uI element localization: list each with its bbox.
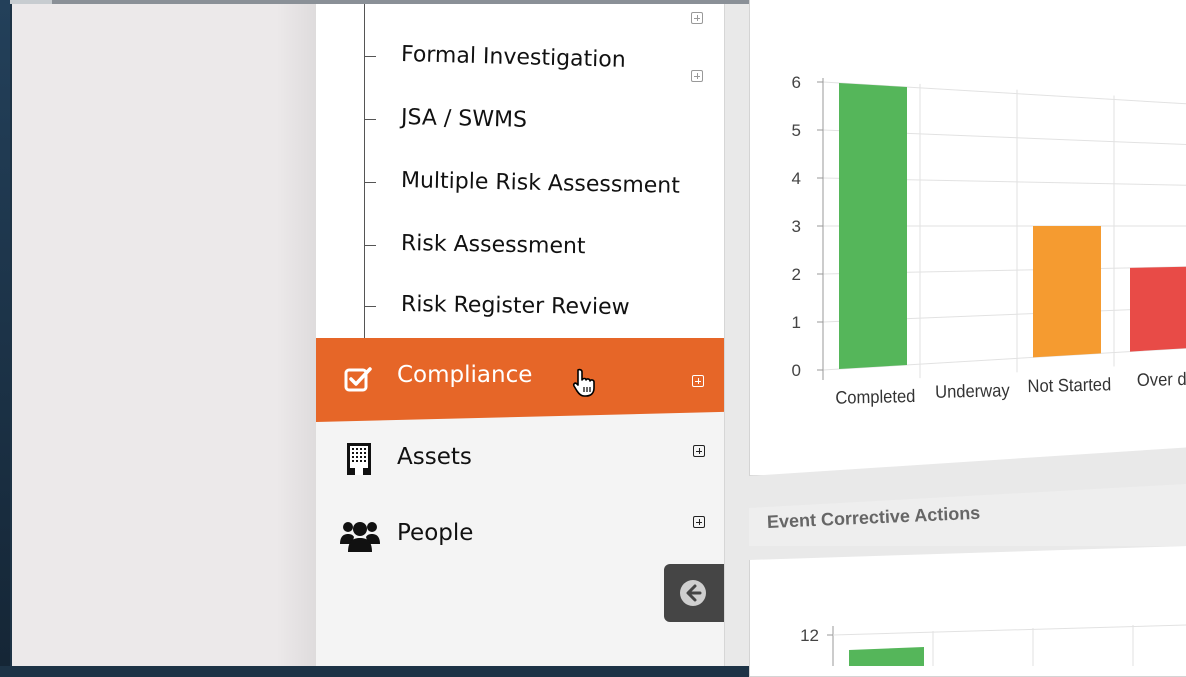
actions-status-chart: 0 1 2 3 4 5 6 Completed Underway Not Started Over …: [792, 73, 1186, 408]
sidebar-subitem-label: Risk Assessment: [400, 231, 586, 260]
building-icon: [347, 443, 371, 475]
y-tick-label: 4: [792, 169, 801, 188]
tree-connector-dash: [364, 56, 376, 57]
bar-completed: [849, 647, 924, 666]
hand-pointer-icon: [572, 368, 595, 397]
tree-connector-dash: [364, 306, 376, 307]
event-corrective-actions-chart: 12: [800, 624, 1186, 666]
checkbox-icon: [344, 367, 372, 392]
bar-completed: [839, 82, 907, 370]
desktop-background: [0, 0, 10, 666]
tree-connector-dash: [364, 182, 376, 183]
expand-icon[interactable]: [693, 516, 705, 528]
y-tick-label: 2: [792, 265, 801, 284]
sidebar-subitem-label: Risk Register Review: [400, 292, 630, 321]
x-tick-label: Underway: [935, 380, 1010, 403]
sidebar-item-compliance[interactable]: Compliance: [316, 338, 724, 422]
sidebar-item-label: People: [397, 520, 474, 546]
arrow-left-circle-icon: [680, 580, 706, 606]
x-tick-label: Over du: [1137, 368, 1186, 390]
tree-connector-line: [364, 4, 365, 338]
collapse-sidebar-button[interactable]: [664, 564, 724, 622]
y-tick-label: 6: [792, 73, 801, 92]
x-tick-label: Completed: [835, 385, 915, 408]
bar-over-du: [1130, 266, 1186, 352]
expand-icon[interactable]: [692, 375, 704, 387]
expand-icon[interactable]: [691, 70, 703, 82]
y-tick-label: 5: [792, 121, 801, 140]
bar-not-started: [1033, 226, 1101, 358]
people-icon: [340, 522, 380, 552]
sidebar-item-assets[interactable]: Assets: [316, 428, 724, 488]
y-tick-label: 1: [792, 313, 801, 332]
y-tick-label: 3: [792, 217, 801, 236]
left-blank-area: [12, 4, 316, 666]
sidebar-item-label: Compliance: [397, 362, 533, 388]
x-tick-label: Not Started: [1027, 374, 1111, 397]
tree-connector-dash: [364, 245, 376, 246]
y-tick-label: 12: [800, 626, 819, 645]
tree-connector-dash: [364, 119, 376, 120]
sidebar-subitem-label: JSA / SWMS: [400, 105, 528, 133]
sidebar-item-label: Assets: [397, 444, 472, 470]
y-tick-label: 0: [792, 361, 801, 380]
expand-icon[interactable]: [691, 12, 703, 24]
sidebar-item-people[interactable]: People: [316, 504, 724, 564]
expand-icon[interactable]: [693, 445, 705, 457]
sidebar: Formal Investigation JSA / SWMS Multiple…: [316, 4, 724, 666]
